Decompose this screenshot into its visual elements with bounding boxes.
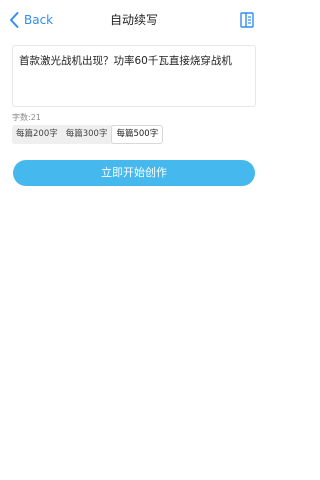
text-editor[interactable]: 首款激光战机出现？功率60千瓦直接烧穿战机 — [12, 45, 256, 107]
length-option-200[interactable]: 每篇200字 — [12, 125, 62, 144]
length-option-300[interactable]: 每篇300字 — [62, 125, 112, 144]
page: Back 自动续写 首款激光战机出现？功率60千瓦直接烧穿战机 字数:21 每篇… — [0, 0, 268, 480]
start-writing-button[interactable]: 立即开始创作 — [13, 160, 255, 186]
word-count: 字数:21 — [12, 113, 41, 122]
nav-bar: Back 自动续写 — [0, 0, 268, 40]
length-selector: 每篇200字 每篇300字 每篇500字 — [12, 125, 164, 144]
page-title: 自动续写 — [109, 13, 158, 27]
length-option-500[interactable]: 每篇500字 — [111, 125, 164, 144]
panel-icon[interactable] — [240, 12, 254, 28]
